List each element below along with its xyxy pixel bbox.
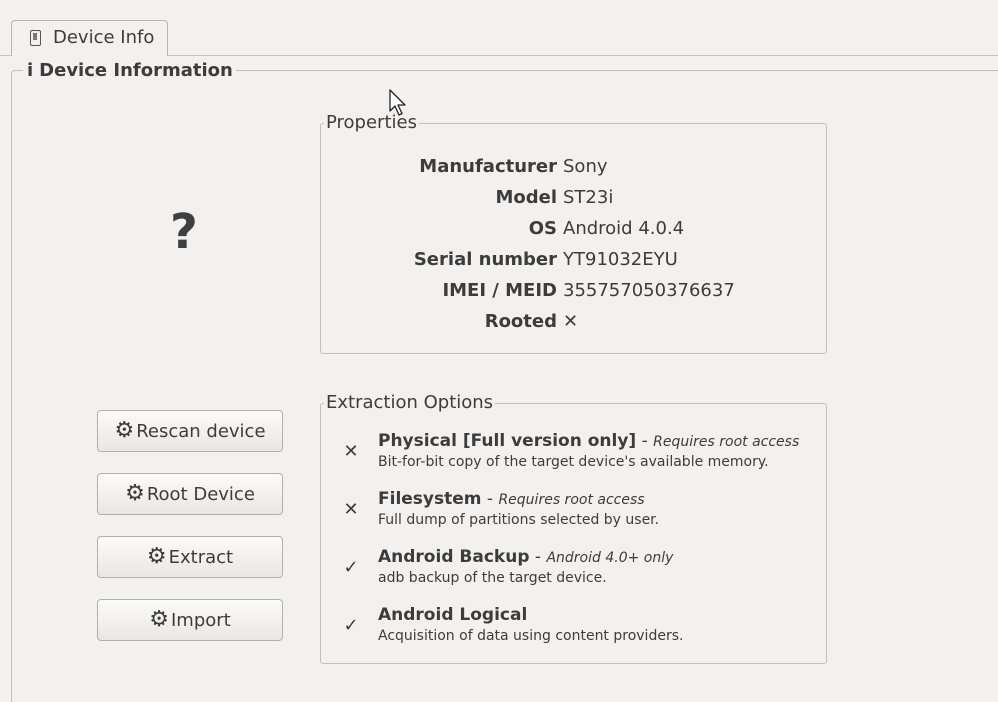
option-note: Requires root access (498, 492, 645, 508)
button-label: Rescan device (136, 420, 266, 442)
gear-icon: ⚙ (114, 418, 135, 443)
option-name: Physical [Full version only] (378, 431, 637, 451)
option-description: Acquisition of data using content provid… (378, 628, 684, 644)
option-description: adb backup of the target device. (378, 570, 607, 586)
mouse-cursor-icon (389, 89, 406, 116)
property-row-imei: IMEI / MEID 355757050376637 (322, 280, 822, 310)
device-image-placeholder: ? (170, 204, 198, 260)
root-device-button[interactable]: ⚙ Root Device (97, 473, 283, 515)
group-title: i Device Information (23, 60, 236, 81)
option-title: Filesystem - Requires root access (378, 489, 645, 509)
available-check-icon: ✓ (343, 557, 359, 578)
button-label: Root Device (146, 483, 255, 505)
property-value: YT91032EYU (563, 249, 678, 270)
button-label: Extract (168, 546, 234, 568)
info-icon: i (27, 60, 34, 81)
option-filesystem: ✕ Filesystem - Requires root access Full… (340, 489, 820, 539)
tab-label: Device Info (53, 27, 155, 48)
rooted-no-icon: ✕ (563, 311, 579, 332)
phone-icon (30, 30, 41, 46)
property-key: Model (495, 187, 557, 208)
option-description: Bit-for-bit copy of the target device's … (378, 454, 769, 470)
property-row-os: OS Android 4.0.4 (322, 218, 822, 248)
property-row-rooted: Rooted ✕ (322, 311, 822, 341)
option-android-logical: ✓ Android Logical Acquisition of data us… (340, 605, 820, 655)
property-row-serial-number: Serial number YT91032EYU (322, 249, 822, 279)
import-button[interactable]: ⚙ Import (97, 599, 283, 641)
property-key: Serial number (413, 249, 557, 270)
property-value: 355757050376637 (563, 280, 735, 301)
property-row-manufacturer: Manufacturer Sony (322, 156, 822, 186)
property-value: ST23i (563, 187, 614, 208)
property-key: Manufacturer (419, 156, 557, 177)
gear-icon: ⚙ (146, 544, 167, 569)
option-physical: ✕ Physical [Full version only] - Require… (340, 431, 820, 481)
option-title: Physical [Full version only] - Requires … (378, 431, 799, 451)
group-title-label: Device Information (39, 60, 233, 81)
option-description: Full dump of partitions selected by user… (378, 512, 660, 528)
available-check-icon: ✓ (343, 615, 359, 636)
option-name: Android Logical (378, 605, 528, 625)
extraction-options-title: Extraction Options (324, 392, 496, 413)
unavailable-x-icon: ✕ (343, 441, 359, 462)
property-key: Rooted (484, 311, 557, 332)
device-info-window: Device Info i Device Information ? Proper… (0, 0, 998, 702)
option-separator: - (636, 431, 654, 451)
button-label: Import (170, 609, 231, 631)
option-note: Android 4.0+ only (546, 550, 674, 566)
gear-icon: ⚙ (149, 607, 169, 632)
rescan-device-button[interactable]: ⚙ Rescan device (97, 410, 283, 452)
option-title: Android Backup - Android 4.0+ only (378, 547, 673, 567)
property-value: Android 4.0.4 (563, 218, 685, 239)
option-name: Filesystem (378, 489, 482, 509)
property-value: Sony (563, 156, 608, 177)
extract-button[interactable]: ⚙ Extract (97, 536, 283, 578)
unavailable-x-icon: ✕ (343, 499, 359, 520)
option-note: Requires root access (653, 434, 800, 450)
option-title: Android Logical (378, 605, 527, 625)
option-android-backup: ✓ Android Backup - Android 4.0+ only adb… (340, 547, 820, 597)
property-key: OS (528, 218, 557, 239)
property-key: IMEI / MEID (442, 280, 557, 301)
property-row-model: Model ST23i (322, 187, 822, 217)
option-separator: - (481, 489, 499, 509)
gear-icon: ⚙ (125, 481, 145, 506)
option-name: Android Backup (378, 547, 530, 567)
option-separator: - (529, 547, 547, 567)
tab-device-info[interactable]: Device Info (11, 20, 168, 56)
